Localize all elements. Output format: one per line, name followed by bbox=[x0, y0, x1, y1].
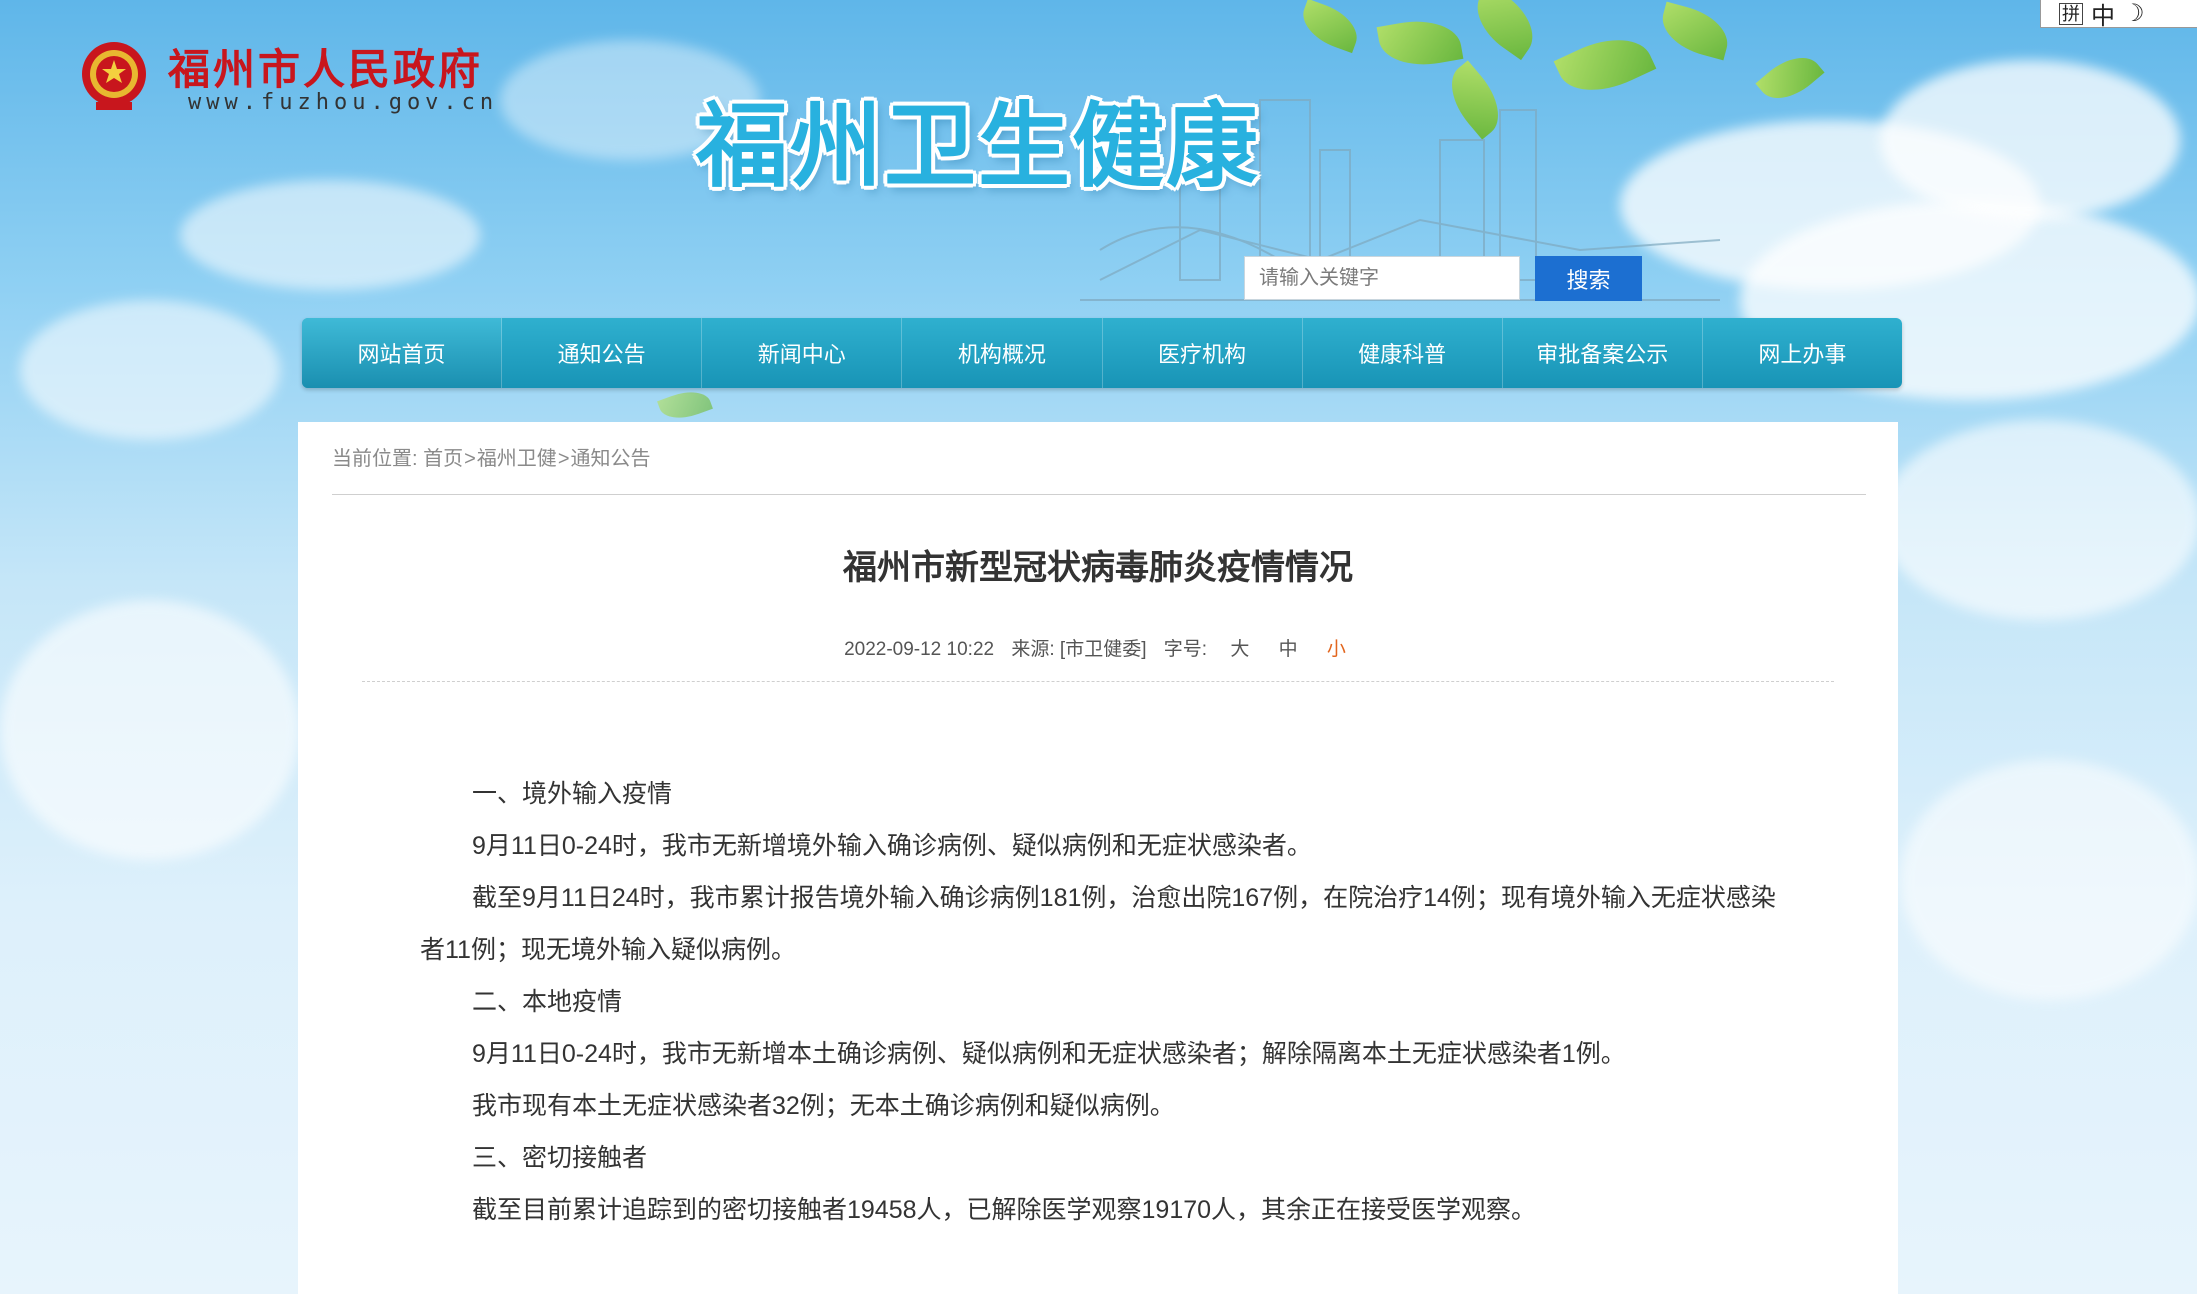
font-size-medium-button[interactable]: 中 bbox=[1279, 639, 1298, 660]
article-paragraph: 9月11日0-24时，我市无新增本土确诊病例、疑似病例和无症状感染者；解除隔离本… bbox=[472, 1040, 1626, 1068]
nav-item-home[interactable]: 网站首页 bbox=[302, 318, 503, 388]
nav-item-health-education[interactable]: 健康科普 bbox=[1303, 318, 1503, 388]
ime-toolbar: 拼 中 ☽ bbox=[2040, 0, 2197, 31]
section-heading: 一、境外输入疫情 bbox=[472, 780, 673, 808]
section-heading: 二、本地疫情 bbox=[472, 988, 623, 1016]
nav-item-online-services[interactable]: 网上办事 bbox=[1703, 318, 1902, 388]
breadcrumb-separator: > bbox=[557, 448, 570, 470]
article-paragraph: 截至目前累计追踪到的密切接触者19458人，已解除医学观察19170人，其余正在… bbox=[472, 1196, 1537, 1224]
breadcrumb-prefix: 当前位置: bbox=[332, 448, 418, 470]
breadcrumb-separator: > bbox=[464, 448, 476, 470]
ime-pinyin-button[interactable]: 拼 bbox=[2059, 2, 2083, 25]
font-size-large-button[interactable]: 大 bbox=[1230, 639, 1249, 660]
section-heading: 三、密切接触者 bbox=[472, 1144, 648, 1172]
gov-site-title[interactable]: 福州市人民政府 bbox=[168, 36, 483, 97]
nav-item-notices[interactable]: 通知公告 bbox=[502, 318, 703, 388]
gov-site-url[interactable]: www.fuzhou.gov.cn bbox=[188, 90, 498, 115]
nav-item-about[interactable]: 机构概况 bbox=[902, 318, 1103, 388]
breadcrumb-divider bbox=[332, 494, 1866, 495]
site-logo-title: 福州卫生健康 bbox=[696, 93, 1261, 200]
article-paragraph: 9月11日0-24时，我市无新增境外输入确诊病例、疑似病例和无症状感染者。 bbox=[472, 832, 1312, 860]
breadcrumb-link-notices[interactable]: 通知公告 bbox=[571, 448, 651, 470]
nav-item-medical-institutions[interactable]: 医疗机构 bbox=[1103, 318, 1303, 388]
search-button[interactable]: 搜索 bbox=[1535, 256, 1642, 301]
article-source: 来源: [市卫健委] bbox=[1011, 639, 1147, 660]
article-title: 福州市新型冠状病毒肺炎疫情情况 bbox=[843, 549, 1353, 587]
article-paragraph: 我市现有本土无症状感染者32例；无本土确诊病例和疑似病例。 bbox=[472, 1092, 1175, 1120]
article-panel: 当前位置: 首页>福州卫健>通知公告 福州市新型冠状病毒肺炎疫情情况 2022-… bbox=[298, 422, 1898, 1294]
article-body: 一、境外输入疫情 9月11日0-24时，我市无新增境外输入确诊病例、疑似病例和无… bbox=[420, 768, 1780, 1236]
article-meta: 2022-09-12 10:22 来源: [市卫健委] 字号: 大 中 小 bbox=[298, 634, 1898, 661]
nav-item-approval-publicity[interactable]: 审批备案公示 bbox=[1503, 318, 1703, 388]
search-input[interactable] bbox=[1244, 256, 1520, 300]
main-navigation: 网站首页 通知公告 新闻中心 机构概况 医疗机构 健康科普 审批备案公示 网上办… bbox=[302, 318, 1902, 388]
font-size-label: 字号: bbox=[1163, 639, 1208, 660]
ime-mode-toggle[interactable]: 中 bbox=[2091, 0, 2115, 31]
meta-divider bbox=[362, 681, 1834, 682]
national-emblem-icon bbox=[82, 42, 146, 110]
article-paragraph: 截至9月11日24时，我市累计报告境外输入确诊病例181例，治愈出院167例，在… bbox=[420, 884, 1776, 964]
article-date: 2022-09-12 10:22 bbox=[844, 639, 995, 660]
nav-item-news[interactable]: 新闻中心 bbox=[702, 318, 903, 388]
breadcrumb-link-fzwj[interactable]: 福州卫健 bbox=[477, 448, 557, 470]
breadcrumb: 当前位置: 首页>福州卫健>通知公告 bbox=[332, 442, 651, 471]
breadcrumb-link-home[interactable]: 首页 bbox=[423, 448, 463, 470]
moon-icon[interactable]: ☽ bbox=[2123, 0, 2145, 28]
font-size-small-button[interactable]: 小 bbox=[1327, 639, 1346, 660]
